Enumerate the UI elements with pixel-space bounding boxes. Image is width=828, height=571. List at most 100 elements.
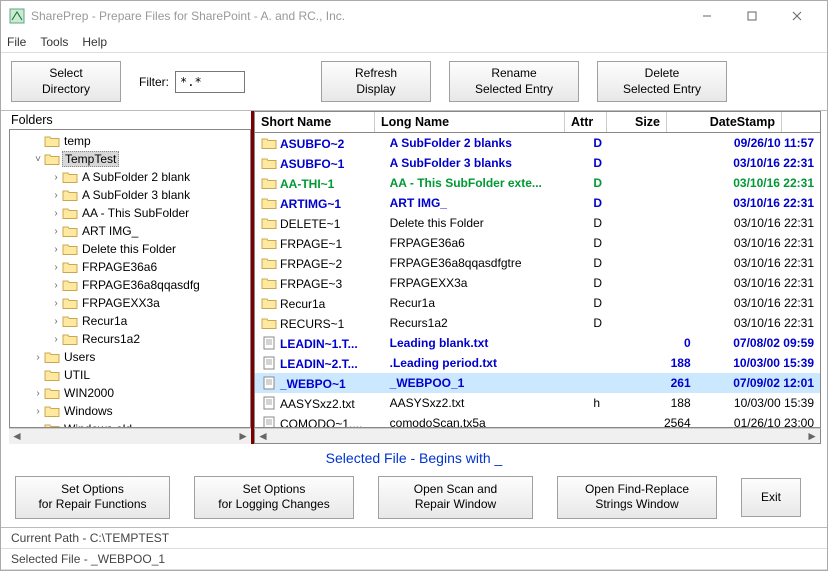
col-attr[interactable]: Attr xyxy=(565,112,607,132)
cell-short: ASUBFO~1 xyxy=(280,157,344,171)
list-hscroll[interactable]: ◄ ► xyxy=(254,428,821,444)
expand-icon[interactable]: › xyxy=(50,190,62,201)
toolbar: Select Directory Filter: Refresh Display… xyxy=(1,53,827,110)
close-button[interactable] xyxy=(774,2,819,30)
tree-item[interactable]: ›Windows.old xyxy=(10,420,250,428)
main-window: SharePrep - Prepare Files for SharePoint… xyxy=(0,0,828,571)
cell-size: 0 xyxy=(684,336,691,350)
set-repair-options-button[interactable]: Set Options for Repair Functions xyxy=(15,476,170,519)
tree-item[interactable]: ›Windows xyxy=(10,402,250,420)
list-row[interactable]: LEADIN~2.T....Leading period.txt18810/03… xyxy=(255,353,820,373)
expand-icon[interactable]: › xyxy=(50,244,62,255)
cell-date: 03/10/16 22:31 xyxy=(734,236,814,250)
tree-item[interactable]: ›ART IMG_ xyxy=(10,222,250,240)
list-row[interactable]: RECURS~1Recurs1a2D03/10/16 22:31 xyxy=(255,313,820,333)
tree-item-label: FRPAGEXX3a xyxy=(80,296,162,310)
list-row[interactable]: FRPAGE~2FRPAGE36a8qqasdfgtreD03/10/16 22… xyxy=(255,253,820,273)
cell-date: 07/09/02 12:01 xyxy=(733,376,814,390)
list-row[interactable]: ARTIMG~1ART IMG_D03/10/16 22:31 xyxy=(255,193,820,213)
expand-icon[interactable]: › xyxy=(50,208,62,219)
expand-icon[interactable]: › xyxy=(32,352,44,363)
tree-item[interactable]: UTIL xyxy=(10,366,250,384)
expand-icon[interactable]: › xyxy=(50,172,62,183)
tree-hscroll[interactable]: ◄ ► xyxy=(9,428,251,444)
cell-short: AA-THI~1 xyxy=(280,177,334,191)
expand-icon[interactable]: › xyxy=(32,388,44,399)
expand-icon[interactable]: › xyxy=(50,280,62,291)
menu-file[interactable]: File xyxy=(7,35,26,49)
folder-icon xyxy=(261,156,277,170)
list-row[interactable]: ASUBFO~2A SubFolder 2 blanksD09/26/10 11… xyxy=(255,133,820,153)
list-row[interactable]: AASYSxz2.txtAASYSxz2.txth18810/03/00 15:… xyxy=(255,393,820,413)
scroll-right-icon[interactable]: ► xyxy=(237,429,249,443)
col-datestamp[interactable]: DateStamp xyxy=(667,112,782,132)
tree-item[interactable]: ›Delete this Folder xyxy=(10,240,250,258)
cell-date: 03/10/16 22:31 xyxy=(734,316,814,330)
cell-short: ARTIMG~1 xyxy=(280,197,341,211)
cell-date: 10/03/00 15:39 xyxy=(734,396,814,410)
folder-icon xyxy=(62,296,78,310)
cell-attr: D xyxy=(593,296,602,310)
set-logging-options-button[interactable]: Set Options for Logging Changes xyxy=(194,476,354,519)
tree-item[interactable]: › Recurs1a2 xyxy=(10,330,250,348)
list-row[interactable]: DELETE~1Delete this FolderD03/10/16 22:3… xyxy=(255,213,820,233)
col-short-name[interactable]: Short Name xyxy=(255,112,375,132)
list-row[interactable]: _WEBPO~1_WEBPOO_126107/09/02 12:01 xyxy=(255,373,820,393)
cell-size: 188 xyxy=(671,356,691,370)
list-row[interactable]: FRPAGE~1FRPAGE36a6D03/10/16 22:31 xyxy=(255,233,820,253)
minimize-button[interactable] xyxy=(684,2,729,30)
cell-attr: D xyxy=(593,196,602,210)
select-directory-button[interactable]: Select Directory xyxy=(11,61,121,102)
cell-date: 01/26/10 23:00 xyxy=(734,416,814,428)
tree-item[interactable]: ›FRPAGE36a6 xyxy=(10,258,250,276)
expand-icon[interactable]: › xyxy=(50,298,62,309)
col-long-name[interactable]: Long Name xyxy=(375,112,565,132)
tree-item[interactable]: ›A SubFolder 3 blank xyxy=(10,186,250,204)
expand-icon[interactable]: › xyxy=(50,226,62,237)
expand-icon[interactable]: › xyxy=(50,316,62,327)
tree-item[interactable]: ›AA - This SubFolder xyxy=(10,204,250,222)
scroll-left-icon[interactable]: ◄ xyxy=(11,429,23,443)
scroll-left-icon[interactable]: ◄ xyxy=(257,429,269,443)
tree-item[interactable]: ›FRPAGE36a8qqasdfg xyxy=(10,276,250,294)
refresh-display-button[interactable]: Refresh Display xyxy=(321,61,431,102)
list-row[interactable]: Recur1aRecur1aD03/10/16 22:31 xyxy=(255,293,820,313)
list-row[interactable]: AA-THI~1AA - This SubFolder exte...D03/1… xyxy=(255,173,820,193)
filter-input[interactable] xyxy=(175,71,245,93)
cell-attr: D xyxy=(593,316,602,330)
cell-short: Recur1a xyxy=(280,297,325,311)
maximize-button[interactable] xyxy=(729,2,774,30)
file-list[interactable]: ASUBFO~2A SubFolder 2 blanksD09/26/10 11… xyxy=(254,132,821,428)
list-row[interactable]: LEADIN~1.T... Leading blank.txt007/08/02… xyxy=(255,333,820,353)
open-scan-repair-button[interactable]: Open Scan and Repair Window xyxy=(378,476,533,519)
scroll-right-icon[interactable]: ► xyxy=(806,429,818,443)
menu-help[interactable]: Help xyxy=(82,35,107,49)
list-row[interactable]: FRPAGE~3FRPAGEXX3aD03/10/16 22:31 xyxy=(255,273,820,293)
expand-icon[interactable]: › xyxy=(50,334,62,345)
tree-item[interactable]: › FRPAGEXX3a xyxy=(10,294,250,312)
cell-long: .Leading period.txt xyxy=(390,356,497,370)
exit-button[interactable]: Exit xyxy=(741,478,801,518)
folder-tree[interactable]: temp˅TempTest›A SubFolder 2 blank›A SubF… xyxy=(9,129,251,428)
expand-icon[interactable]: › xyxy=(50,262,62,273)
cell-long: ART IMG_ xyxy=(390,196,447,210)
open-find-replace-button[interactable]: Open Find-Replace Strings Window xyxy=(557,476,717,519)
tree-item[interactable]: temp xyxy=(10,132,250,150)
expand-icon[interactable]: › xyxy=(32,406,44,417)
file-icon xyxy=(261,336,277,350)
menu-tools[interactable]: Tools xyxy=(40,35,68,49)
list-row[interactable]: COMODO~1....comodoScan.tx5a256401/26/10 … xyxy=(255,413,820,428)
folder-icon xyxy=(261,276,277,290)
delete-selected-button[interactable]: Delete Selected Entry xyxy=(597,61,727,102)
col-size[interactable]: Size xyxy=(607,112,667,132)
file-icon xyxy=(261,356,277,370)
tree-item[interactable]: ›WIN2000 xyxy=(10,384,250,402)
tree-item[interactable]: ›Recur1a xyxy=(10,312,250,330)
collapse-icon[interactable]: ˅ xyxy=(32,154,44,165)
rename-selected-button[interactable]: Rename Selected Entry xyxy=(449,61,579,102)
tree-item[interactable]: ›Users xyxy=(10,348,250,366)
tree-item[interactable]: ˅TempTest xyxy=(10,150,250,168)
list-row[interactable]: ASUBFO~1A SubFolder 3 blanksD03/10/16 22… xyxy=(255,153,820,173)
tree-item-label: Recurs1a2 xyxy=(80,332,142,346)
tree-item[interactable]: ›A SubFolder 2 blank xyxy=(10,168,250,186)
